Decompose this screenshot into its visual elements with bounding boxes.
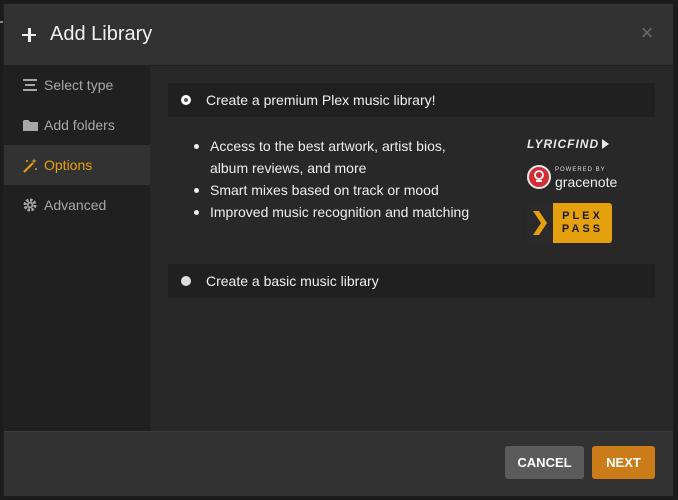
sidebar-item-label: Options — [44, 157, 93, 173]
partner-logos: LyricFind POWERED BY gracenote PLEX PA — [527, 135, 637, 243]
sidebar-item-label: Add folders — [44, 117, 115, 133]
plex-pass-logo: PLEX PASS — [527, 203, 612, 243]
cancel-button[interactable]: CANCEL — [505, 446, 584, 479]
sidebar-item-options[interactable]: Options — [4, 145, 150, 185]
magic-wand-icon — [22, 157, 38, 173]
dialog-title: Add Library — [50, 23, 153, 45]
premium-radio[interactable] — [181, 95, 191, 105]
sidebar-item-add-folders[interactable]: Add folders — [4, 105, 150, 145]
options-panel: Create a premium Plex music library! Acc… — [150, 65, 673, 433]
list-item: Smart mixes based on track or mood — [194, 179, 494, 201]
lyricfind-logo: LyricFind — [527, 135, 637, 153]
plus-icon — [22, 27, 36, 42]
premium-feature-list: Access to the best artwork, artist bios,… — [194, 135, 494, 223]
dialog-header: Add Library × — [4, 4, 673, 66]
list-item: album reviews, and more — [210, 160, 367, 176]
sidebar-item-select-type[interactable]: Select type — [4, 65, 150, 105]
list-icon — [22, 77, 38, 93]
sidebar: Select type Add folders Options Advanced — [4, 65, 150, 433]
lyricfind-text: LyricFind — [527, 137, 600, 151]
add-library-dialog: Add Library × Select type Add folders Op… — [3, 3, 674, 497]
premium-option-label: Create a premium Plex music library! — [206, 92, 436, 108]
basic-option-label: Create a basic music library — [206, 273, 379, 289]
plex-pass-line1: PLEX — [562, 210, 603, 222]
basic-radio[interactable] — [181, 276, 191, 286]
sidebar-item-advanced[interactable]: Advanced — [4, 185, 150, 225]
plex-pass-line2: PASS — [561, 223, 604, 235]
gracenote-text: gracenote — [555, 174, 618, 190]
sidebar-item-label: Advanced — [44, 197, 107, 213]
gracenote-icon — [527, 165, 551, 189]
next-button[interactable]: NEXT — [592, 446, 655, 479]
sidebar-item-label: Select type — [44, 77, 114, 93]
chevron-right-icon — [527, 203, 553, 243]
play-icon — [602, 139, 610, 149]
premium-library-option[interactable]: Create a premium Plex music library! — [168, 83, 655, 117]
basic-library-option[interactable]: Create a basic music library — [168, 264, 655, 298]
gracenote-logo: POWERED BY gracenote — [527, 163, 637, 191]
list-item: Improved music recognition and matching — [194, 201, 494, 223]
dialog-footer: CANCEL NEXT — [4, 431, 673, 496]
list-item: Access to the best artwork, artist bios, — [194, 135, 494, 157]
gear-icon — [22, 197, 38, 213]
folder-icon — [22, 117, 38, 133]
close-icon[interactable]: × — [639, 22, 655, 44]
